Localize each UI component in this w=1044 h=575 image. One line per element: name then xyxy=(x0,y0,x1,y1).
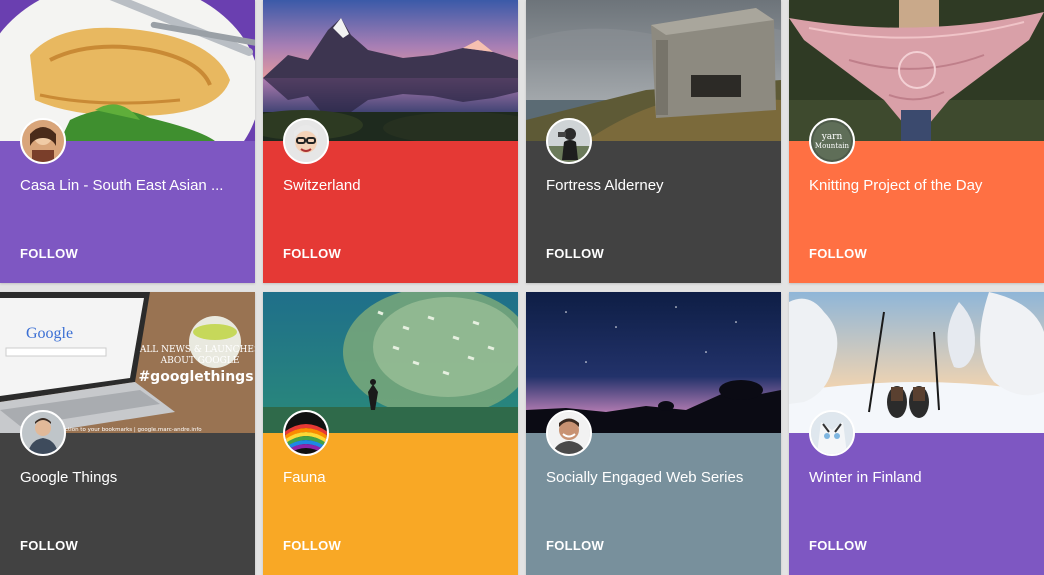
collection-title[interactable]: Fortress Alderney xyxy=(546,177,766,195)
follow-button[interactable]: FOLLOW xyxy=(20,538,78,553)
collection-card-fortress-alderney[interactable]: Fortress Alderney FOLLOW xyxy=(526,0,781,283)
collection-title[interactable]: Winter in Finland xyxy=(809,469,1029,487)
avatar xyxy=(546,118,592,164)
follow-button[interactable]: FOLLOW xyxy=(20,246,78,261)
collection-title[interactable]: Fauna xyxy=(283,469,503,487)
collection-title[interactable]: Socially Engaged Web Series xyxy=(546,469,766,487)
follow-button[interactable]: FOLLOW xyxy=(546,246,604,261)
follow-button[interactable]: FOLLOW xyxy=(283,246,341,261)
avatar xyxy=(283,118,329,164)
avatar xyxy=(20,118,66,164)
collection-card-fauna[interactable]: Fauna FOLLOW xyxy=(263,292,518,575)
avatar xyxy=(809,410,855,456)
collection-title[interactable]: Google Things xyxy=(20,469,240,487)
collection-card-socially-engaged[interactable]: Socially Engaged Web Series FOLLOW xyxy=(526,292,781,575)
follow-button[interactable]: FOLLOW xyxy=(809,246,867,261)
avatar xyxy=(546,410,592,456)
collections-grid: Casa Lin - South East Asian ... FOLLOW S… xyxy=(0,0,1044,575)
collection-title[interactable]: Switzerland xyxy=(283,177,503,195)
cover-hashtag: #googlethings xyxy=(138,369,253,385)
follow-button[interactable]: FOLLOW xyxy=(809,538,867,553)
collection-title[interactable]: Casa Lin - South East Asian ... xyxy=(20,177,240,195)
collection-card-winter-finland[interactable]: Winter in Finland FOLLOW xyxy=(789,292,1044,575)
cover-overlay-text: ALL NEWS & LAUNCHES xyxy=(139,345,255,355)
avatar xyxy=(20,410,66,456)
avatar xyxy=(283,410,329,456)
collection-title[interactable]: Knitting Project of the Day xyxy=(809,177,1029,195)
avatar-logo-text: yarn xyxy=(821,132,843,142)
collection-card-casa-lin[interactable]: Casa Lin - South East Asian ... FOLLOW xyxy=(0,0,255,283)
avatar: yarn Mountain xyxy=(809,118,855,164)
collection-card-knitting[interactable]: yarn Mountain Knitting Project of the Da… xyxy=(789,0,1044,283)
collection-card-google-things[interactable]: Google ALL NEWS & LAUNCHES ABOUT GOOGLE … xyxy=(0,292,255,575)
follow-button[interactable]: FOLLOW xyxy=(546,538,604,553)
cover-overlay-text: ABOUT GOOGLE xyxy=(160,356,240,366)
follow-button[interactable]: FOLLOW xyxy=(283,538,341,553)
cover-google-logo: Google xyxy=(26,325,73,342)
collection-card-switzerland[interactable]: Switzerland FOLLOW xyxy=(263,0,518,283)
avatar-logo-text: Mountain xyxy=(815,142,850,150)
